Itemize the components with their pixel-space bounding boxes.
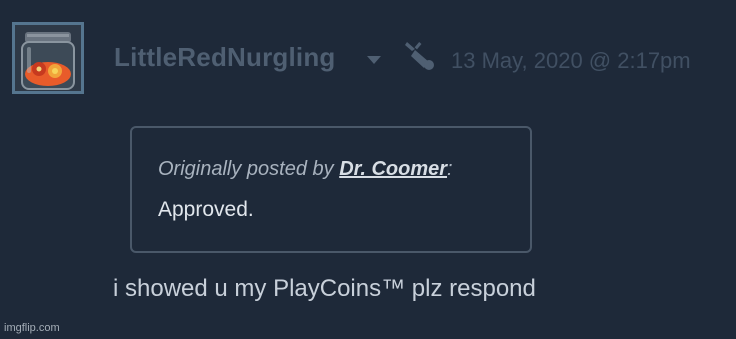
quote-suffix: : (447, 158, 453, 180)
quote-header: Originally posted by Dr. Coomer: (158, 158, 453, 181)
chevron-down-icon[interactable] (367, 56, 381, 64)
comment: LittleRedNurgling 13 May, 2020 @ 2:17pm … (0, 0, 736, 339)
comment-text: i showed u my PlayCoins™ plz respond (113, 275, 536, 302)
user-avatar[interactable] (12, 22, 84, 94)
quote-block: Originally posted by Dr. Coomer: Approve… (130, 126, 532, 253)
quote-author-link[interactable]: Dr. Coomer (339, 158, 447, 180)
comment-timestamp: 13 May, 2020 @ 2:17pm (451, 48, 691, 73)
device-icon (405, 42, 434, 70)
quote-prefix: Originally posted by (158, 158, 340, 180)
jar-avatar-image (15, 25, 81, 91)
watermark: imgflip.com (4, 322, 60, 334)
quote-text: Approved. (158, 198, 254, 221)
author-name-link[interactable]: LittleRedNurgling (114, 42, 336, 73)
